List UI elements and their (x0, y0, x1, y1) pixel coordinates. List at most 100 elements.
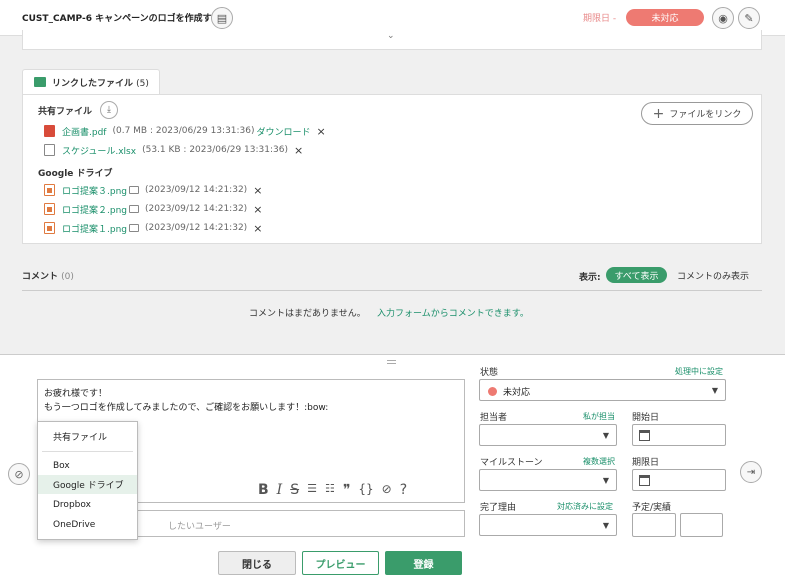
assign-to-me-link[interactable]: 私が担当 (583, 411, 615, 422)
status-value: 未対応 (503, 388, 531, 398)
show-all-button[interactable]: すべて表示 (606, 267, 667, 283)
milestone-select[interactable]: ▼ (479, 469, 617, 491)
image-file-icon (44, 184, 55, 196)
file-meta: (2023/09/12 14:21:32) (145, 223, 248, 233)
editor-line: もう一つロゴを作成してみましたので、ご確認をお願いします！:bow: (44, 403, 329, 413)
bullet-list-icon[interactable]: ☰ (307, 482, 317, 498)
spreadsheet-icon (44, 144, 55, 156)
tab-linked-files[interactable]: リンクしたファイル (5) (22, 69, 160, 95)
editor-line: お疲れ様です！ (44, 389, 108, 399)
pencil-icon[interactable]: ✎ (738, 7, 760, 29)
help-icon[interactable]: ? (400, 482, 407, 498)
preview-button[interactable]: プレビュー (302, 551, 379, 575)
menu-item-box[interactable]: Box (38, 456, 137, 475)
image-file-icon (44, 203, 55, 215)
comments-heading: コメント (0) (22, 269, 74, 282)
display-label: 表示: (579, 273, 601, 283)
copy-icon[interactable] (129, 224, 139, 232)
remove-icon[interactable]: × (253, 203, 262, 216)
file-meta: (2023/09/12 14:21:32) (145, 204, 248, 214)
plus-icon: + (652, 105, 665, 122)
clipboard-icon[interactable]: ▤ (211, 7, 233, 29)
actual-hours-input[interactable] (680, 513, 723, 537)
submit-button[interactable]: 登録 (385, 551, 462, 575)
book-icon (34, 77, 46, 87)
chevron-down-icon: ▼ (711, 386, 718, 395)
chevron-down-icon: ▼ (602, 431, 609, 440)
download-icon[interactable]: ⤓ (100, 101, 118, 119)
status-select[interactable]: 未対応 ▼ (479, 379, 726, 401)
numbered-list-icon[interactable]: ☷ (325, 482, 335, 498)
assignee-select[interactable]: ▼ (479, 424, 617, 446)
status-badge[interactable]: 未対応 (626, 9, 704, 26)
remove-icon[interactable]: × (294, 144, 303, 157)
set-resolved-link[interactable]: 対応済みに設定 (557, 501, 613, 512)
status-label: 状態 (480, 368, 499, 378)
file-meta: (0.7 MB : 2023/06/29 13:31:36) (112, 126, 255, 136)
show-comments-only-button[interactable]: コメントのみ表示 (677, 269, 749, 282)
comment-form-link[interactable]: 入力フォームからコメントできます。 (377, 306, 529, 319)
resolution-label: 完了理由 (480, 503, 517, 513)
due-date-field-label: 期限日 (632, 458, 660, 468)
chevron-down-icon[interactable]: ⌄ (387, 31, 395, 41)
empty-comments-text: コメントはまだありません。 (249, 309, 366, 319)
copy-icon[interactable] (129, 205, 139, 213)
estimated-hours-input[interactable] (632, 513, 676, 537)
divider (22, 290, 762, 291)
multi-select-link[interactable]: 複数選択 (583, 456, 615, 467)
pdf-icon (44, 125, 55, 137)
file-row: ロゴ提案３.png (2023/09/12 14:21:32) × (44, 183, 262, 197)
link-file-button[interactable]: + ファイルをリンク (641, 102, 753, 125)
close-button[interactable]: 閉じる (218, 551, 296, 575)
file-link[interactable]: スケジュール.xlsx (62, 144, 136, 157)
menu-item-shared-files[interactable]: 共有ファイル (38, 427, 137, 446)
italic-icon[interactable]: I (277, 482, 283, 498)
image-file-icon (44, 222, 55, 234)
file-row: 企画書.pdf (0.7 MB : 2023/06/29 13:31:36) ダ… (44, 124, 326, 138)
start-date-input[interactable] (632, 424, 726, 446)
remove-icon[interactable]: × (317, 125, 326, 138)
linked-files-panel: 共有ファイル ⤓ + ファイルをリンク 企画書.pdf (0.7 MB : 202… (22, 94, 762, 244)
quote-icon[interactable]: ❞ (343, 482, 351, 498)
set-in-progress-link[interactable]: 処理中に設定 (675, 366, 723, 377)
file-row: スケジュール.xlsx (53.1 KB : 2023/06/29 13:31:… (44, 143, 303, 157)
file-meta: (53.1 KB : 2023/06/29 13:31:36) (142, 145, 288, 155)
file-link[interactable]: ロゴ提案２.png (62, 203, 127, 216)
file-link[interactable]: ロゴ提案１.png (62, 222, 127, 235)
file-link[interactable]: 企画書.pdf (62, 125, 106, 138)
attach-file-menu: 共有ファイル Box Google ドライブ Dropbox OneDrive (37, 421, 138, 540)
remove-icon[interactable]: × (253, 184, 262, 197)
comments-title: コメント (22, 272, 59, 282)
start-date-label: 開始日 (632, 413, 660, 423)
strikethrough-icon[interactable]: S (290, 482, 299, 498)
file-row: ロゴ提案１.png (2023/09/12 14:21:32) × (44, 221, 262, 235)
resize-handle[interactable] (387, 360, 396, 364)
eye-icon[interactable]: ◉ (712, 7, 734, 29)
file-link[interactable]: ロゴ提案３.png (62, 184, 127, 197)
menu-divider (42, 451, 133, 452)
comments-count: (0) (61, 272, 74, 282)
due-date-label: 期限日 - (583, 14, 617, 24)
file-row: ロゴ提案２.png (2023/09/12 14:21:32) × (44, 202, 262, 216)
download-link[interactable]: ダウンロード (257, 125, 311, 138)
link-icon[interactable]: ⊘ (382, 482, 392, 498)
description-box: ⌄ (22, 30, 762, 50)
copy-icon[interactable] (129, 186, 139, 194)
remove-icon[interactable]: × (253, 222, 262, 235)
code-icon[interactable]: {} (358, 482, 373, 498)
paperclip-icon[interactable]: ⊘ (8, 463, 30, 485)
format-toolbar: B I S ☰ ☷ ❞ {} ⊘ ? (258, 482, 407, 498)
issue-title: CUST_CAMP-6 キャンペーンのロゴを作成する (22, 14, 221, 24)
notify-placeholder: したいユーザー (168, 522, 231, 532)
chevron-down-icon: ▼ (602, 521, 609, 530)
resolution-select[interactable]: ▼ (479, 514, 617, 536)
assignee-label: 担当者 (480, 413, 508, 423)
status-dot-icon (488, 387, 497, 396)
bold-icon[interactable]: B (258, 482, 269, 498)
menu-item-google-drive[interactable]: Google ドライブ (38, 475, 137, 494)
menu-item-onedrive[interactable]: OneDrive (38, 515, 137, 534)
menu-item-dropbox[interactable]: Dropbox (38, 495, 137, 514)
collapse-panel-icon[interactable]: ⇥ (740, 461, 762, 483)
file-meta: (2023/09/12 14:21:32) (145, 185, 248, 195)
due-date-input[interactable] (632, 469, 726, 491)
